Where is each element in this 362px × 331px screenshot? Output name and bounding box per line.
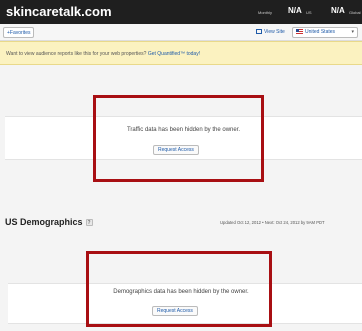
promo-banner: Want to view audience reports like this …	[0, 41, 362, 65]
country-selected-label: United States	[305, 29, 336, 35]
us-flag-icon	[296, 29, 303, 34]
site-title: skincaretalk.com	[6, 4, 112, 19]
section-title-text: US Demographics	[5, 217, 83, 227]
top-bar: skincaretalk.com Monthly N/A US N/A Glob…	[0, 0, 362, 24]
toolbar: +Favorites View Site United States ▾	[0, 24, 362, 41]
view-site-label: View Site	[264, 29, 285, 35]
monthly-value: N/A	[288, 6, 302, 15]
external-link-icon	[256, 29, 262, 34]
banner-text: Want to view audience reports like this …	[6, 51, 200, 57]
get-quantified-link[interactable]: Get Quantified™ today!	[148, 51, 200, 57]
favorites-button[interactable]: +Favorites	[3, 27, 35, 38]
global-label: Global	[349, 10, 361, 15]
chevron-down-icon: ▾	[351, 29, 354, 35]
banner-message: Want to view audience reports like this …	[6, 51, 148, 57]
update-info: Updated Oct 12, 2012 • Next: Oct 24, 201…	[220, 220, 325, 225]
demographics-highlight-box	[86, 251, 272, 327]
global-value: N/A	[331, 6, 345, 15]
monthly-label: Monthly	[258, 10, 273, 15]
view-site-link[interactable]: View Site	[256, 27, 285, 38]
country-select[interactable]: United States ▾	[292, 27, 358, 38]
us-label: US	[306, 10, 312, 15]
help-icon[interactable]: ?	[85, 219, 93, 226]
section-title-us-demographics: US Demographics?	[5, 217, 93, 227]
traffic-highlight-box	[93, 95, 264, 182]
